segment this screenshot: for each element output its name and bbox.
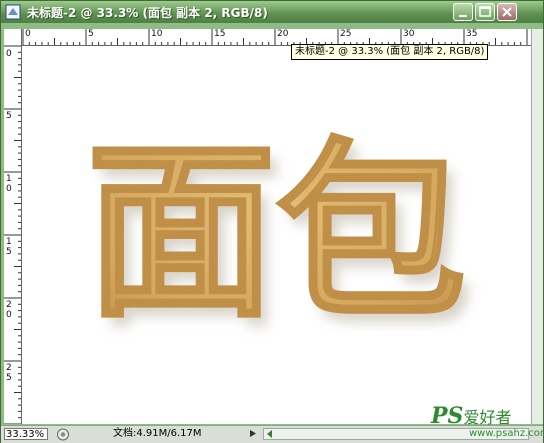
watermark-logo: PS爱好者 [431,403,511,429]
maximize-icon [479,6,491,17]
ruler-label: 25 [340,29,352,39]
scroll-left-icon[interactable] [265,429,275,439]
document-status-icon[interactable] [56,428,70,441]
document-size-info: 文档:4.91M/6.17M [113,428,202,439]
window-title: 未标题-2 @ 33.3% (面包 副本 2, RGB/8) [27,6,268,20]
ruler-label: 0 [25,29,31,39]
vertical-ruler[interactable]: 0 5 10 15 20 25 [4,45,22,424]
ruler-label: 5 [6,111,12,121]
maximize-button[interactable] [475,3,495,21]
ruler-label: 20 [277,29,289,39]
watermark-ps: PS [431,403,464,429]
ruler-label: 10 [6,174,12,194]
status-menu-arrow[interactable] [247,429,259,440]
minimize-icon [459,15,467,17]
ruler-origin[interactable] [4,29,22,46]
close-button[interactable] [497,3,517,21]
triangle-right-icon [250,430,256,437]
document-title-tooltip: 未标题-2 @ 33.3% (面包 副本 2, RGB/8) [291,44,489,60]
watermark-text: 爱好者 [463,408,512,427]
watermark-url: www.psahz.com [469,428,544,439]
ruler-label: 35 [466,29,478,39]
ruler-label: 25 [6,363,12,383]
ruler-label: 30 [403,29,415,39]
photoshop-document-icon [5,4,21,20]
document-window: 未标题-2 @ 33.3% (面包 副本 2, RGB/8) 0 5 10 15… [0,0,544,443]
bread-text: 面包 [86,122,466,343]
ruler-label: 5 [88,29,94,39]
ruler-label: 10 [151,29,163,39]
document-canvas[interactable]: 面包 面包 [22,46,531,424]
ruler-label: 15 [214,29,226,39]
minimize-button[interactable] [453,3,473,21]
title-bar[interactable]: 未标题-2 @ 33.3% (面包 副本 2, RGB/8) [1,1,543,23]
vertical-scrollbar[interactable] [531,29,543,424]
zoom-level-field[interactable]: 33.33% [4,428,48,440]
ruler-label: 20 [6,300,12,320]
close-icon [502,7,512,17]
ruler-label: 15 [6,237,12,257]
ruler-label: 0 [6,49,12,59]
bread-text-artwork: 面包 面包 [85,121,475,354]
